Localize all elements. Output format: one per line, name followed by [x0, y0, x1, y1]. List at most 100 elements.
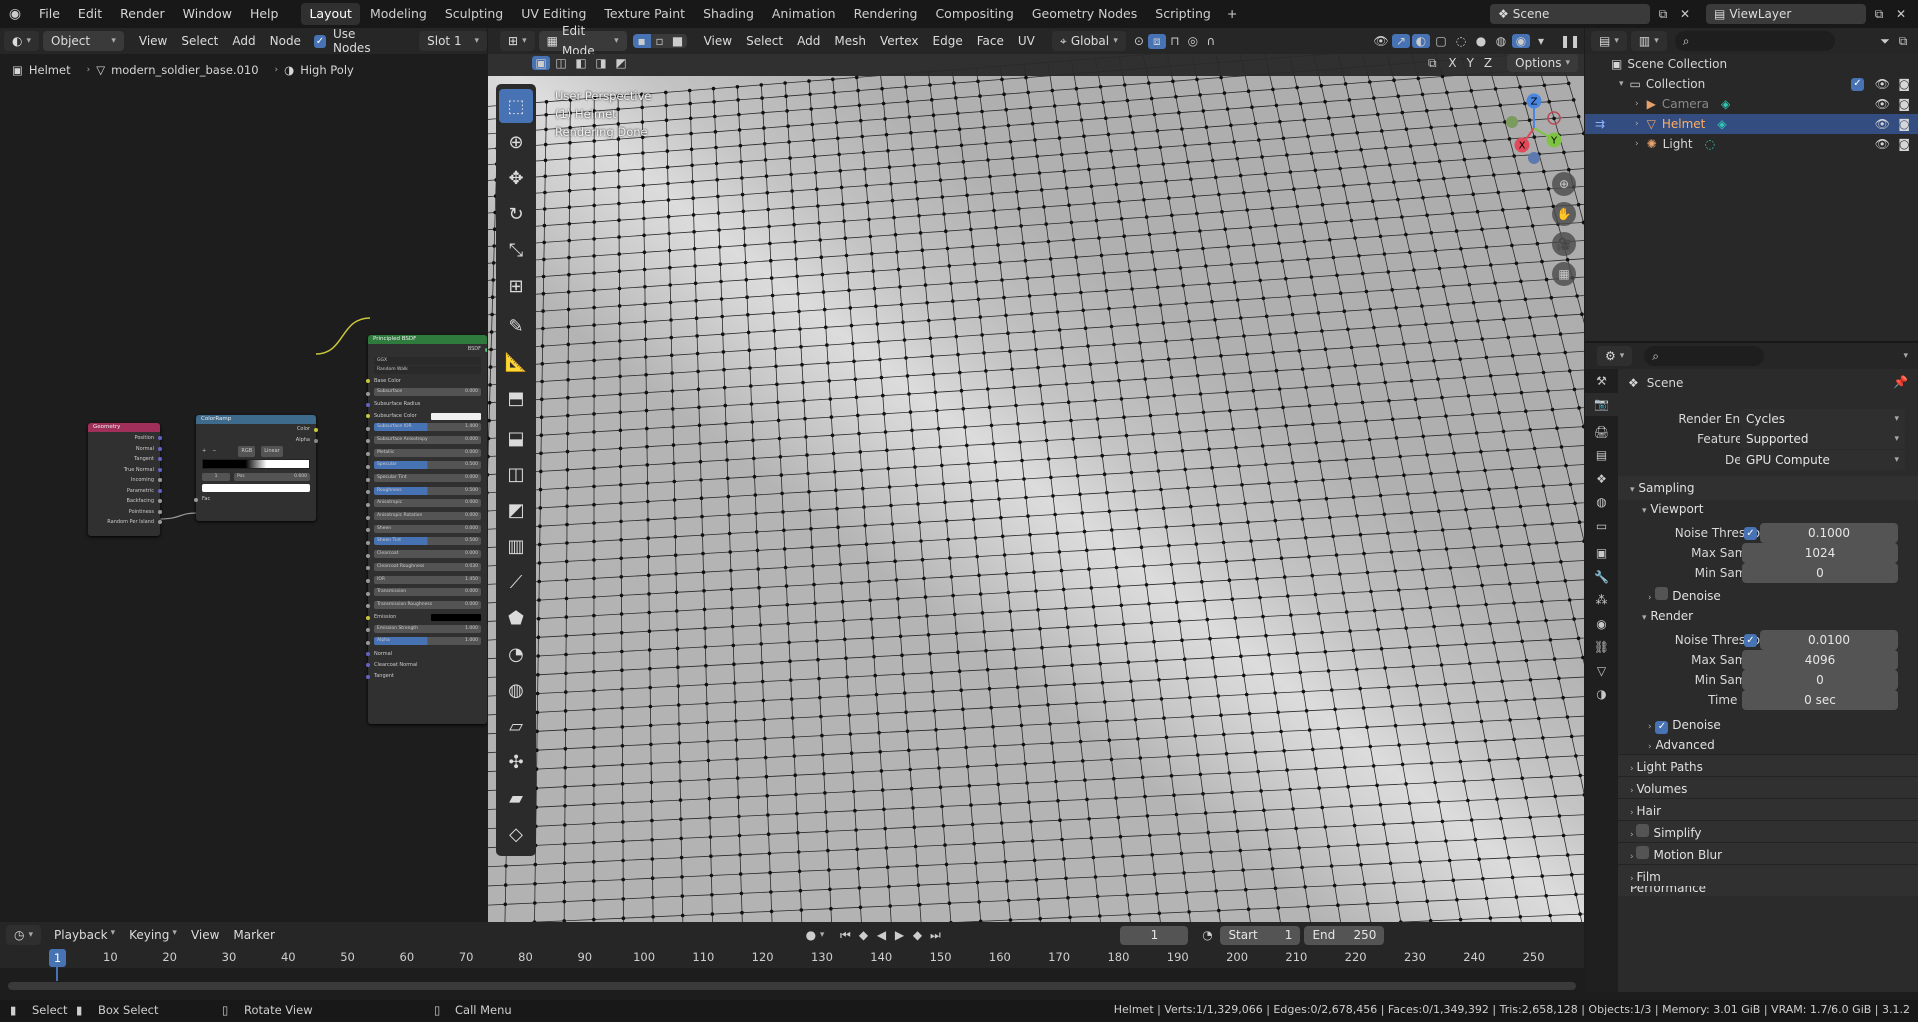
mesh-vertex[interactable] [767, 851, 772, 856]
mesh-vertex[interactable] [818, 238, 822, 242]
socket-input[interactable] [366, 452, 370, 457]
mesh-vertex[interactable] [1216, 335, 1220, 340]
mesh-vertex[interactable] [1573, 501, 1577, 506]
mesh-vertex[interactable] [540, 344, 545, 348]
mesh-vertex[interactable] [885, 865, 890, 869]
mesh-vertex[interactable] [1544, 894, 1548, 898]
mesh-vertex[interactable] [879, 375, 884, 380]
select-extend-icon[interactable]: ◫ [552, 56, 570, 70]
mesh-vertex[interactable] [1479, 449, 1483, 454]
mesh-vertex[interactable] [868, 598, 872, 602]
mesh-vertex[interactable] [1027, 800, 1031, 804]
mesh-vertex[interactable] [690, 163, 694, 168]
mesh-vertex[interactable] [896, 267, 901, 272]
mesh-vertex[interactable] [1544, 618, 1548, 623]
prev-key-icon[interactable]: ◆ [854, 928, 872, 943]
mesh-vertex[interactable] [794, 257, 798, 261]
mesh-vertex[interactable] [1546, 389, 1550, 393]
mesh-vertex[interactable] [1177, 619, 1182, 623]
mesh-vertex[interactable] [1039, 188, 1044, 192]
scale-icon[interactable]: ⤡ [499, 233, 533, 267]
socket-input[interactable] [366, 528, 370, 533]
mesh-vertex[interactable] [825, 343, 829, 347]
jump-start-icon[interactable]: ⏮ [836, 928, 854, 943]
mesh-vertex[interactable] [1508, 718, 1512, 722]
mesh-vertex[interactable] [677, 741, 682, 745]
mesh-vertex[interactable] [488, 383, 492, 387]
menu-help[interactable]: Help [241, 0, 288, 28]
mesh-vertex[interactable] [1210, 299, 1214, 304]
mesh-vertex[interactable] [1284, 276, 1288, 281]
mesh-vertex[interactable] [1033, 138, 1037, 142]
mesh-vertex[interactable] [1069, 418, 1073, 423]
mesh-vertex[interactable] [1107, 306, 1111, 311]
mesh-vertex[interactable] [668, 265, 672, 270]
mesh-vertex[interactable] [1127, 912, 1132, 917]
mesh-vertex[interactable] [890, 522, 895, 526]
mesh-vertex[interactable] [564, 671, 568, 676]
mesh-vertex[interactable] [1036, 365, 1040, 370]
mesh-vertex[interactable] [907, 392, 911, 396]
mesh-vertex[interactable] [722, 367, 726, 372]
mesh-vertex[interactable] [1337, 420, 1342, 425]
socket-normal[interactable] [158, 446, 162, 451]
mesh-vertex[interactable] [1473, 837, 1478, 842]
mesh-vertex[interactable] [1036, 897, 1041, 901]
mesh-vertex[interactable] [1277, 241, 1281, 246]
mesh-vertex[interactable] [1042, 664, 1046, 669]
mesh-vertex[interactable] [1130, 287, 1134, 291]
mesh-vertex[interactable] [920, 557, 925, 562]
mesh-vertex[interactable] [696, 387, 701, 392]
mesh-vertex[interactable] [1251, 388, 1256, 393]
mesh-vertex[interactable] [898, 634, 903, 639]
mesh-vertex[interactable] [673, 553, 678, 557]
mesh-vertex[interactable] [1157, 911, 1162, 916]
mesh-vertex[interactable] [830, 433, 835, 438]
mesh-vertex[interactable] [1389, 550, 1394, 554]
mesh-vertex[interactable] [1044, 222, 1048, 226]
mesh-vertex[interactable] [680, 913, 685, 918]
mesh-vertex[interactable] [1187, 910, 1191, 914]
mesh-vertex[interactable] [1142, 564, 1146, 568]
mesh-vertex[interactable] [1273, 691, 1277, 695]
mesh-vertex[interactable] [1216, 694, 1221, 698]
mesh-vertex[interactable] [1488, 916, 1493, 920]
mesh-vertex[interactable] [567, 188, 572, 193]
mesh-vertex[interactable] [1458, 917, 1463, 922]
mesh-vertex[interactable] [1121, 622, 1126, 626]
mesh-vertex[interactable] [1448, 566, 1453, 570]
mesh-vertex[interactable] [1225, 107, 1230, 111]
bsdf-slider[interactable]: Emission Strength 1.000 [374, 624, 481, 633]
mesh-vertex[interactable] [802, 398, 806, 403]
outliner-item-light[interactable]: › ✺ Light ◌ 👁 ◙ [1585, 134, 1918, 154]
mesh-vertex[interactable] [647, 648, 652, 652]
smooth-icon[interactable]: ◍ [499, 673, 533, 707]
mesh-vertex[interactable] [1549, 295, 1554, 300]
mesh-vertex[interactable] [1244, 692, 1249, 697]
material-shading-icon[interactable]: ◍ [1492, 34, 1510, 48]
mesh-vertex[interactable] [1104, 289, 1109, 293]
mesh-vertex[interactable] [650, 876, 655, 880]
mesh-vertex[interactable] [1386, 685, 1391, 689]
mesh-vertex[interactable] [946, 537, 950, 542]
mesh-vertex[interactable] [1085, 797, 1089, 802]
bsdf-input-row[interactable]: Emission [366, 612, 487, 623]
mesh-vertex[interactable] [562, 842, 567, 846]
mesh-vertex[interactable] [592, 187, 596, 191]
mesh-vertex[interactable] [812, 582, 816, 587]
mesh-vertex[interactable] [490, 295, 495, 299]
mesh-vertex[interactable] [1516, 756, 1520, 761]
principled-bsdf-node[interactable]: Principled BSDF BSDF GGX Random Walk Bas… [366, 335, 487, 724]
viewport-menu-select[interactable]: Select [739, 34, 790, 48]
mesh-vertex[interactable] [753, 493, 758, 497]
mesh-vertex[interactable] [1294, 479, 1298, 484]
mesh-vertex[interactable] [648, 666, 652, 671]
remove-stop-icon[interactable]: − [212, 446, 216, 457]
mesh-vertex[interactable] [1029, 819, 1033, 824]
mesh-vertex[interactable] [1469, 818, 1474, 822]
mesh-vertex[interactable] [1089, 184, 1094, 189]
mesh-vertex[interactable] [619, 575, 624, 579]
mesh-vertex[interactable] [840, 599, 845, 604]
mesh-vertex[interactable] [1577, 520, 1582, 524]
node-menu-view[interactable]: View [132, 34, 174, 48]
